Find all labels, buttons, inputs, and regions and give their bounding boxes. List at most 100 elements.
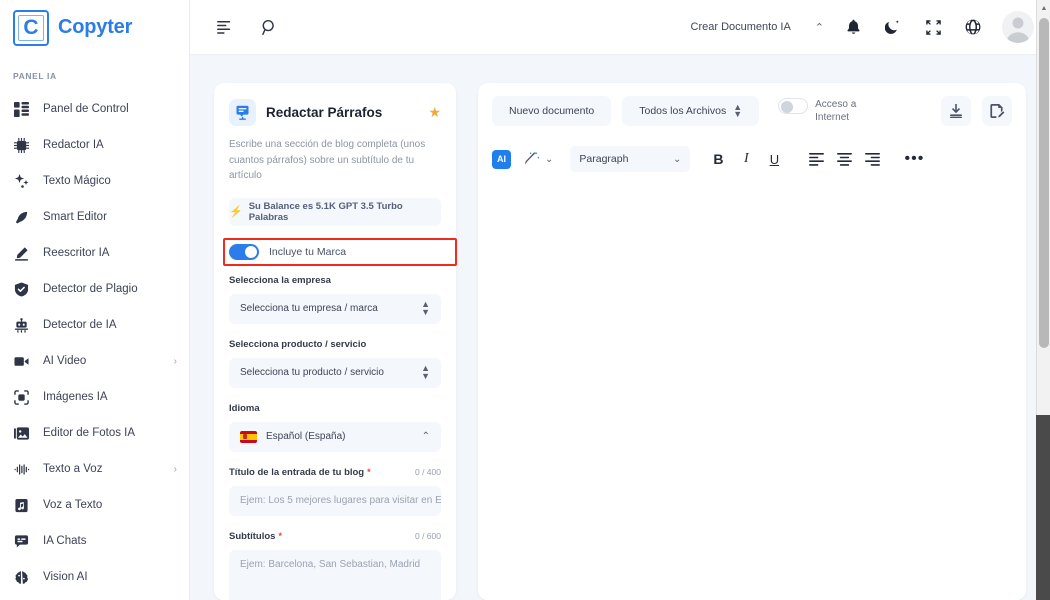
form-card-description: Escribe una sección de blog completa (un… — [229, 139, 426, 181]
sidebar-item-imagenes-ia[interactable]: Imágenes IA — [0, 379, 189, 415]
subtitles-counter: 0 / 600 — [415, 530, 441, 541]
sidebar-item-label: Detector de Plagio — [43, 283, 138, 295]
product-select[interactable]: Selecciona tu producto / servicio ▲ ▼ — [229, 357, 441, 388]
topbar-left-group — [214, 16, 280, 38]
sidebar: C Copyter PANEL IA Panel de Control Reda… — [0, 0, 190, 600]
new-document-button[interactable]: Nuevo documento — [492, 96, 612, 126]
company-select[interactable]: Selecciona tu empresa / marca ▲ ▼ — [229, 293, 441, 324]
align-left-icon[interactable] — [802, 146, 830, 172]
save-export-icon[interactable] — [982, 96, 1012, 126]
pencil-icon — [13, 245, 30, 262]
sidebar-item-label: Imágenes IA — [43, 391, 108, 403]
sidebar-item-editor-de-fotos-ia[interactable]: Editor de Fotos IA — [0, 415, 189, 451]
sidebar-item-texto-magico[interactable]: Texto Mágico — [0, 163, 189, 199]
sidebar-item-reescritor-ia[interactable]: Reescritor IA — [0, 235, 189, 271]
create-document-button[interactable]: Crear Documento IA — [691, 21, 791, 33]
sidebar-item-redactor-ia[interactable]: Redactor IA — [0, 127, 189, 163]
blog-title-label-text: Título de la entrada de tu blog — [229, 466, 365, 478]
bell-icon[interactable] — [842, 16, 864, 38]
spain-flag-icon — [240, 430, 257, 443]
form-card-header: Redactar Párrafos ★ — [229, 99, 441, 126]
sidebar-item-panel-de-control[interactable]: Panel de Control — [0, 91, 189, 127]
audio-file-icon — [13, 497, 30, 514]
sidebar-item-detector-de-ia[interactable]: Detector de IA — [0, 307, 189, 343]
sidebar-item-label: IA Chats — [43, 535, 87, 547]
sparkles-icon — [13, 173, 30, 190]
text-style-group: B I U — [704, 146, 788, 172]
internet-access-label: Acceso a Internet — [815, 98, 857, 124]
blog-title-counter: 0 / 400 — [415, 466, 441, 477]
sidebar-item-ai-video[interactable]: AI Video › — [0, 343, 189, 379]
company-select-value: Selecciona tu empresa / marca — [240, 303, 378, 314]
company-field-label: Selecciona la empresa — [229, 275, 441, 286]
align-right-icon[interactable] — [858, 146, 886, 172]
bolt-icon: ⚡ — [229, 206, 243, 218]
sidebar-item-label: Reescritor IA — [43, 247, 110, 259]
collapse-icon[interactable] — [922, 16, 944, 38]
content-area: Redactar Párrafos ★ Escribe una sección … — [190, 55, 1050, 600]
editor-card: Nuevo documento Todos los Archivos ▲ ▼ Ac… — [478, 83, 1026, 600]
sidebar-item-vision-ai[interactable]: Vision AI — [0, 559, 189, 595]
paragraph-style-select[interactable]: Paragraph ⌄ — [570, 146, 691, 172]
required-marker: * — [278, 530, 282, 541]
sidebar-item-label: Texto a Voz — [43, 463, 103, 475]
sidebar-section-label: PANEL IA — [13, 71, 57, 81]
waveform-icon — [13, 461, 30, 478]
italic-button[interactable]: I — [732, 146, 760, 172]
product-select-value: Selecciona tu producto / servicio — [240, 367, 384, 378]
brand-letter: C — [23, 16, 39, 39]
ai-assist-button[interactable]: AI — [492, 149, 511, 169]
avatar[interactable] — [1002, 11, 1034, 43]
brand-name: Copyter — [58, 16, 133, 38]
alignment-group — [802, 146, 886, 172]
brand-toggle-label: Incluye tu Marca — [269, 245, 347, 258]
chevron-up-icon[interactable]: ⌃ — [815, 21, 824, 34]
brand-toggle-row[interactable]: Incluye tu Marca — [229, 243, 441, 260]
chevron-up-icon: ⌃ — [421, 431, 430, 442]
blog-title-field-label: Título de la entrada de tu blog * 0 / 40… — [229, 467, 441, 478]
sidebar-item-label: Detector de IA — [43, 319, 117, 331]
blog-title-input[interactable]: Ejem: Los 5 mejores lugares para visitar… — [229, 485, 441, 516]
menu-align-icon[interactable] — [214, 16, 236, 38]
magic-wand-button[interactable]: ⌄ — [524, 151, 553, 167]
search-icon[interactable] — [258, 16, 280, 38]
download-icon[interactable] — [941, 96, 971, 126]
sidebar-item-label: Vision AI — [43, 571, 88, 583]
robot-icon — [13, 317, 30, 334]
new-document-label: Nuevo documento — [509, 105, 595, 117]
brand-toggle-switch[interactable] — [229, 243, 259, 260]
generator-form-card: Redactar Párrafos ★ Escribe una sección … — [214, 83, 456, 600]
bold-button[interactable]: B — [704, 146, 732, 172]
form-card-title: Redactar Párrafos — [266, 105, 383, 120]
brain-icon — [13, 569, 30, 586]
app-root: C Copyter PANEL IA Panel de Control Reda… — [0, 0, 1050, 600]
sidebar-item-detector-de-plagio[interactable]: Detector de Plagio — [0, 271, 189, 307]
more-options-icon[interactable]: ••• — [900, 146, 928, 172]
internet-access-switch[interactable] — [778, 97, 809, 114]
underline-button[interactable]: U — [760, 146, 788, 172]
favorite-star-icon[interactable]: ★ — [428, 104, 441, 121]
moon-icon[interactable] — [882, 16, 904, 38]
scroll-thumb[interactable] — [1039, 18, 1049, 348]
sidebar-item-smart-editor[interactable]: Smart Editor — [0, 199, 189, 235]
language-select-value: Español (España) — [266, 431, 346, 442]
dashboard-icon — [13, 101, 30, 118]
language-select[interactable]: Español (España) ⌃ — [229, 421, 441, 452]
editor-action-bar: Nuevo documento Todos los Archivos ▲ ▼ Ac… — [492, 96, 1012, 126]
sidebar-item-texto-a-voz[interactable]: Texto a Voz › — [0, 451, 189, 487]
sidebar-item-label: Voz a Texto — [43, 499, 103, 511]
brand-logo[interactable]: C Copyter — [0, 0, 189, 55]
files-filter-select[interactable]: Todos los Archivos ▲ ▼ — [622, 96, 760, 126]
company-label-text: Selecciona la empresa — [229, 274, 331, 286]
sidebar-item-label: Editor de Fotos IA — [43, 427, 136, 439]
scroll-up-arrow[interactable]: ▲ — [1037, 1, 1050, 15]
globe-icon[interactable] — [962, 16, 984, 38]
sidebar-item-label: Panel de Control — [43, 103, 129, 115]
align-center-icon[interactable] — [830, 146, 858, 172]
sidebar-item-voz-a-texto[interactable]: Voz a Texto — [0, 487, 189, 523]
sidebar-item-ia-chats[interactable]: IA Chats — [0, 523, 189, 559]
internet-access-toggle-row[interactable]: Acceso a Internet — [778, 97, 875, 125]
brand-mark-icon: C — [13, 9, 49, 46]
subtitles-textarea[interactable]: Ejem: Barcelona, San Sebastian, Madrid — [229, 549, 441, 600]
magic-wand-icon — [525, 151, 540, 165]
